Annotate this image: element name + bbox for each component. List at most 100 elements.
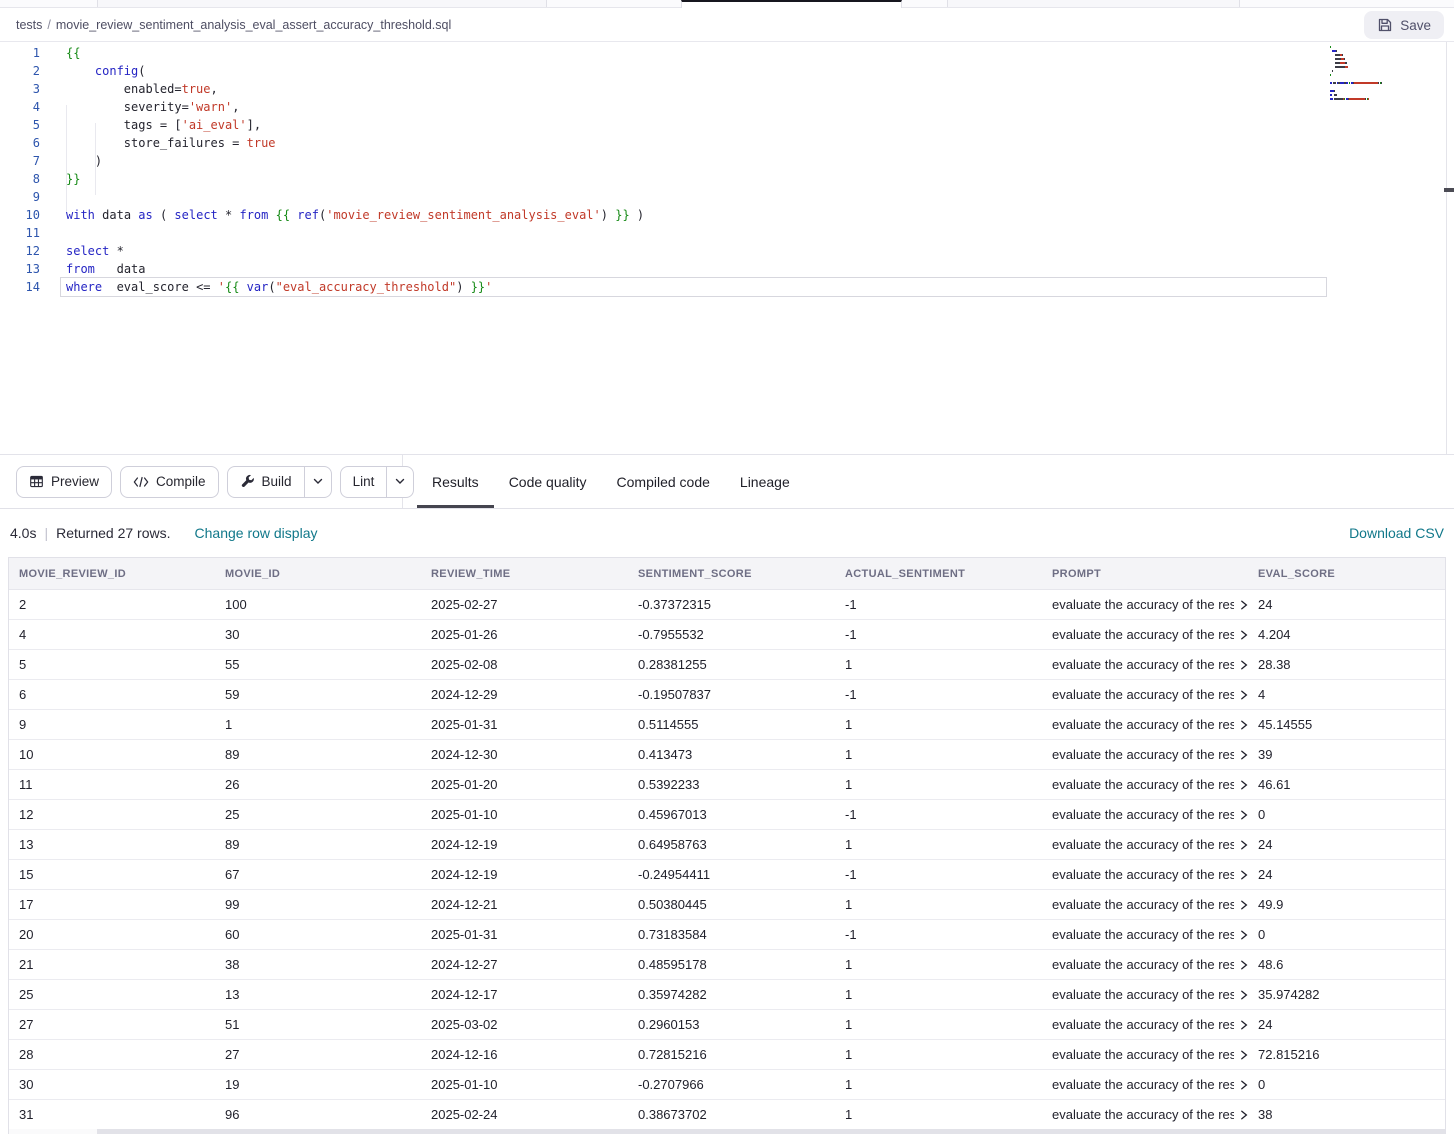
cell-sentiment-score: 0.5392233 — [628, 777, 835, 792]
preview-button[interactable]: Preview — [16, 466, 112, 498]
editor-minimap[interactable] — [1330, 46, 1432, 102]
prompt-preview: evaluate the accuracy of the res… — [1052, 717, 1234, 732]
tab-lineage[interactable]: Lineage — [725, 455, 805, 508]
tab-code-quality[interactable]: Code quality — [494, 455, 602, 508]
cell-movie-id: 99 — [215, 897, 421, 912]
code-line[interactable]: 10with data as ( select * from {{ ref('m… — [0, 206, 1454, 224]
editor-file-tab[interactable] — [947, 0, 1240, 7]
code-editor[interactable]: 1{{2 config(3 enabled=true,4 severity='w… — [0, 42, 1454, 455]
cell-movie-review-id: 25 — [9, 987, 215, 1002]
cell-actual-sentiment: 1 — [835, 747, 1042, 762]
expand-prompt-icon[interactable] — [1240, 930, 1248, 940]
table-grid-icon — [29, 474, 44, 489]
expand-prompt-icon[interactable] — [1240, 1050, 1248, 1060]
code-line[interactable]: 5 tags = ['ai_eval'], — [0, 116, 1454, 134]
column-header[interactable]: MOVIE_ID — [215, 568, 421, 580]
cell-eval-score: 72.815216 — [1248, 1047, 1445, 1062]
horizontal-scrollbar-thumb[interactable] — [97, 1129, 1445, 1134]
cell-eval-score: 0 — [1248, 1077, 1445, 1092]
code-line[interactable]: 14where eval_score <= '{{ var("eval_accu… — [0, 278, 1454, 296]
compile-label: Compile — [156, 474, 206, 489]
code-line[interactable]: 8}} — [0, 170, 1454, 188]
column-header[interactable]: SENTIMENT_SCORE — [628, 568, 835, 580]
column-header[interactable]: ACTUAL_SENTIMENT — [835, 568, 1042, 580]
save-button[interactable]: Save — [1364, 11, 1444, 39]
cell-actual-sentiment: 1 — [835, 1107, 1042, 1122]
save-label: Save — [1400, 18, 1431, 33]
cell-actual-sentiment: -1 — [835, 867, 1042, 882]
code-line[interactable]: 1{{ — [0, 44, 1454, 62]
code-line[interactable]: 4 severity='warn', — [0, 98, 1454, 116]
code-line[interactable]: 2 config( — [0, 62, 1454, 80]
horizontal-scrollbar[interactable] — [9, 1129, 1445, 1134]
code-line[interactable]: 7 ) — [0, 152, 1454, 170]
cell-review-time: 2025-01-20 — [421, 777, 628, 792]
cell-movie-review-id: 20 — [9, 927, 215, 942]
column-header[interactable]: EVAL_SCORE — [1248, 568, 1445, 580]
code-line[interactable]: 9 — [0, 188, 1454, 206]
cell-prompt: evaluate the accuracy of the res… — [1042, 837, 1248, 852]
cell-movie-review-id: 9 — [9, 717, 215, 732]
cell-prompt: evaluate the accuracy of the res… — [1042, 777, 1248, 792]
column-header[interactable]: PROMPT — [1042, 568, 1248, 580]
active-file-tab[interactable] — [681, 0, 902, 8]
expand-prompt-icon[interactable] — [1240, 900, 1248, 910]
cell-sentiment-score: 0.64958763 — [628, 837, 835, 852]
cell-eval-score: 28.38 — [1248, 657, 1445, 672]
tab-compiled-code[interactable]: Compiled code — [602, 455, 725, 508]
code-line[interactable]: 11 — [0, 224, 1454, 242]
expand-prompt-icon[interactable] — [1240, 810, 1248, 820]
expand-prompt-icon[interactable] — [1240, 690, 1248, 700]
cell-movie-review-id: 27 — [9, 1017, 215, 1032]
cell-prompt: evaluate the accuracy of the res… — [1042, 1077, 1248, 1092]
change-row-display-link[interactable]: Change row display — [195, 525, 318, 541]
expand-prompt-icon[interactable] — [1240, 990, 1248, 1000]
cell-prompt: evaluate the accuracy of the res… — [1042, 1017, 1248, 1032]
compile-button[interactable]: Compile — [120, 466, 219, 498]
lint-button[interactable]: Lint — [341, 467, 387, 497]
expand-prompt-icon[interactable] — [1240, 1020, 1248, 1030]
code-line[interactable]: 12select * — [0, 242, 1454, 260]
expand-prompt-icon[interactable] — [1240, 750, 1248, 760]
cell-prompt: evaluate the accuracy of the res… — [1042, 687, 1248, 702]
cell-actual-sentiment: 1 — [835, 957, 1042, 972]
column-header[interactable]: REVIEW_TIME — [421, 568, 628, 580]
expand-prompt-icon[interactable] — [1240, 870, 1248, 880]
scrollbar-marker[interactable] — [1444, 188, 1454, 192]
breadcrumb-folder[interactable]: tests — [16, 18, 42, 32]
editor-file-tab[interactable] — [97, 0, 547, 7]
build-dropdown[interactable] — [304, 467, 331, 497]
cell-movie-id: 13 — [215, 987, 421, 1002]
prompt-preview: evaluate the accuracy of the res… — [1052, 927, 1234, 942]
expand-prompt-icon[interactable] — [1240, 600, 1248, 610]
expand-prompt-icon[interactable] — [1240, 630, 1248, 640]
expand-prompt-icon[interactable] — [1240, 660, 1248, 670]
expand-prompt-icon[interactable] — [1240, 840, 1248, 850]
expand-prompt-icon[interactable] — [1240, 1080, 1248, 1090]
expand-prompt-icon[interactable] — [1240, 720, 1248, 730]
cell-eval-score: 39 — [1248, 747, 1445, 762]
expand-prompt-icon[interactable] — [1240, 1110, 1248, 1120]
build-split-button: Build — [227, 466, 332, 498]
column-header[interactable]: MOVIE_REVIEW_ID — [9, 568, 215, 580]
breadcrumb-separator: / — [47, 18, 50, 32]
line-number: 11 — [0, 224, 40, 242]
editor-scrollbar[interactable] — [1446, 42, 1454, 454]
cell-actual-sentiment: 1 — [835, 897, 1042, 912]
cell-prompt: evaluate the accuracy of the res… — [1042, 987, 1248, 1002]
table-row: 30 19 2025-01-10 -0.2707966 1 evaluate t… — [9, 1070, 1445, 1100]
expand-prompt-icon[interactable] — [1240, 960, 1248, 970]
cell-prompt: evaluate the accuracy of the res… — [1042, 807, 1248, 822]
download-csv-link[interactable]: Download CSV — [1349, 525, 1444, 541]
build-button[interactable]: Build — [228, 467, 304, 497]
prompt-preview: evaluate the accuracy of the res… — [1052, 987, 1234, 1002]
cell-movie-review-id: 6 — [9, 687, 215, 702]
code-line[interactable]: 3 enabled=true, — [0, 80, 1454, 98]
prompt-preview: evaluate the accuracy of the res… — [1052, 597, 1234, 612]
code-line[interactable]: 13from data — [0, 260, 1454, 278]
expand-prompt-icon[interactable] — [1240, 780, 1248, 790]
tab-results[interactable]: Results — [417, 455, 494, 508]
cell-actual-sentiment: -1 — [835, 627, 1042, 642]
code-line[interactable]: 6 store_failures = true — [0, 134, 1454, 152]
line-number: 12 — [0, 242, 40, 260]
